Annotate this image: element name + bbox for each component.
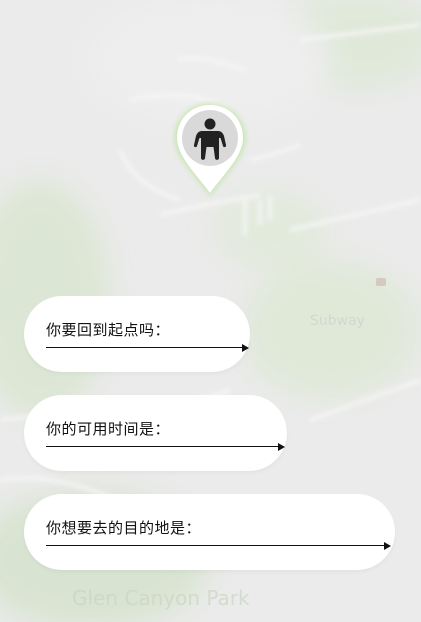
prompt-label-return-to-start: 你要回到起点吗： [46,321,171,339]
prompt-label-destination: 你想要去的目的地是： [46,519,202,537]
map-label-subway: Subway [310,313,365,329]
arrow-right-icon [46,342,249,353]
map-pin-icon[interactable] [171,100,249,200]
prompt-card-available-time[interactable]: 你的可用时间是： [24,395,287,471]
arrow-right-icon [46,441,285,452]
prompt-card-destination[interactable]: 你想要去的目的地是： [24,494,395,570]
prompt-card-return-to-start[interactable]: 你要回到起点吗： [24,296,250,372]
arrow-right-icon [46,540,391,551]
map-poi-icon [376,278,386,286]
prompt-label-available-time: 你的可用时间是： [46,420,171,438]
map-label-park: Glen Canyon Park [72,586,250,610]
